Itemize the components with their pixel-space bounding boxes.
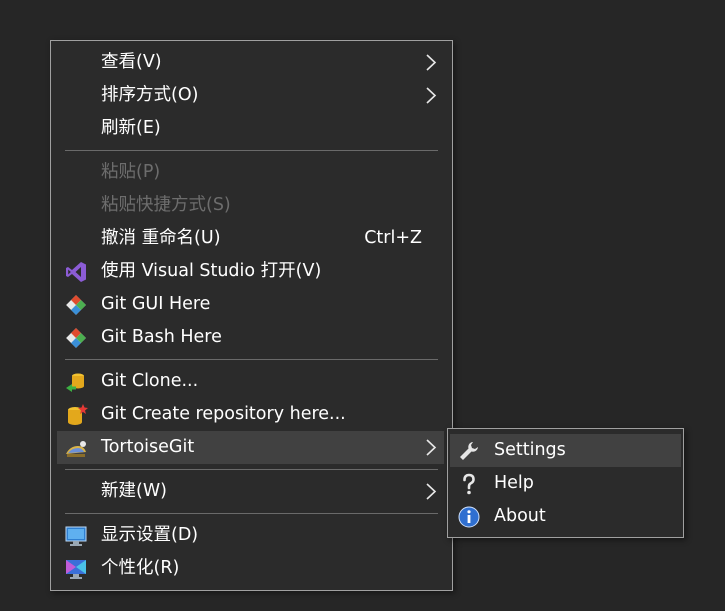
git-icon <box>66 295 86 315</box>
tortoisegit-clone-icon <box>66 373 84 392</box>
menu-item-label: 刷新(E) <box>101 118 161 138</box>
submenu-item-help[interactable]: Help <box>450 467 681 500</box>
menu-item-label: 粘贴快捷方式(S) <box>101 195 231 215</box>
wrench-icon <box>460 442 478 460</box>
menu-item-label: 个性化(R) <box>101 558 180 578</box>
menu-item-label: 撤消 重命名(U) <box>101 228 221 248</box>
submenu-item-settings[interactable]: Settings <box>450 434 681 467</box>
tortoisegit-submenu: Settings Help About <box>447 428 684 538</box>
menu-item-label: 排序方式(O) <box>101 85 199 105</box>
menu-item-shortcut: Ctrl+Z <box>364 228 422 248</box>
menu-item-label: About <box>494 506 546 526</box>
menu-item-git-bash-here[interactable]: Git Bash Here <box>57 321 444 354</box>
menu-item-label: Git Clone... <box>101 371 199 391</box>
menu-separator <box>65 150 438 151</box>
chevron-right-icon <box>426 483 437 500</box>
menu-item-view[interactable]: 查看(V) <box>57 46 444 79</box>
submenu-item-about[interactable]: About <box>450 500 681 533</box>
menu-separator <box>65 359 438 360</box>
menu-item-display-settings[interactable]: 显示设置(D) <box>57 519 444 552</box>
menu-item-sort-by[interactable]: 排序方式(O) <box>57 79 444 112</box>
menu-item-new[interactable]: 新建(W) <box>57 475 444 508</box>
tortoisegit-icon <box>66 441 86 457</box>
menu-item-personalize[interactable]: 个性化(R) <box>57 552 444 585</box>
menu-item-label: Git Create repository here... <box>101 404 346 424</box>
menu-item-undo-rename[interactable]: 撤消 重命名(U) Ctrl+Z <box>57 222 444 255</box>
info-icon <box>458 506 480 528</box>
chevron-right-icon <box>426 439 437 456</box>
menu-item-refresh[interactable]: 刷新(E) <box>57 112 444 145</box>
menu-item-label: TortoiseGit <box>101 437 195 457</box>
chevron-right-icon <box>426 87 437 104</box>
menu-item-paste-shortcut: 粘贴快捷方式(S) <box>57 189 444 222</box>
menu-item-tortoisegit[interactable]: TortoiseGit <box>57 431 444 464</box>
menu-item-label: 查看(V) <box>101 52 162 72</box>
menu-item-label: 使用 Visual Studio 打开(V) <box>101 261 322 281</box>
display-settings-icon <box>65 526 87 546</box>
menu-separator <box>65 513 438 514</box>
menu-item-paste: 粘贴(P) <box>57 156 444 189</box>
menu-item-git-create-repository[interactable]: Git Create repository here... <box>57 398 444 431</box>
menu-item-label: Git Bash Here <box>101 327 222 347</box>
tortoisegit-create-repo-icon <box>68 404 88 425</box>
git-icon <box>66 328 86 348</box>
menu-item-git-gui-here[interactable]: Git GUI Here <box>57 288 444 321</box>
menu-item-label: 粘贴(P) <box>101 162 161 182</box>
menu-item-label: Git GUI Here <box>101 294 211 314</box>
visual-studio-icon <box>66 262 86 282</box>
menu-separator <box>65 469 438 470</box>
help-icon <box>463 473 475 495</box>
menu-item-label: Help <box>494 473 534 493</box>
menu-item-git-clone[interactable]: Git Clone... <box>57 365 444 398</box>
menu-item-label: 显示设置(D) <box>101 525 199 545</box>
personalize-icon <box>66 560 86 579</box>
menu-item-label: 新建(W) <box>101 481 167 501</box>
menu-item-label: Settings <box>494 440 566 460</box>
chevron-right-icon <box>426 54 437 71</box>
context-menu: 查看(V) 排序方式(O) 刷新(E) 粘贴(P) 粘贴快捷方式(S) 撤消 重… <box>50 40 453 591</box>
menu-item-open-visual-studio[interactable]: 使用 Visual Studio 打开(V) <box>57 255 444 288</box>
